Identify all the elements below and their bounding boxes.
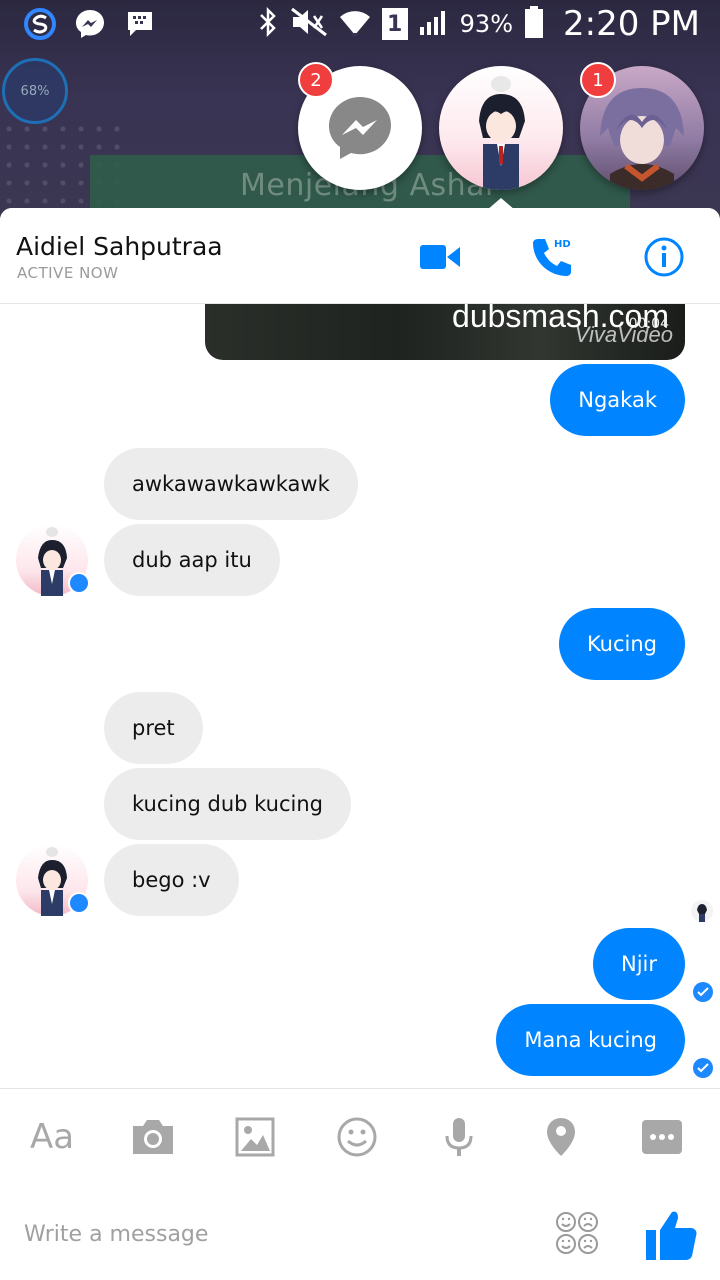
- message-input[interactable]: [24, 1214, 504, 1254]
- camera-icon: [133, 1120, 173, 1154]
- info-button[interactable]: [640, 234, 688, 280]
- more-options-button[interactable]: [634, 1109, 690, 1165]
- sender-avatar[interactable]: [16, 844, 90, 916]
- camera-button[interactable]: [125, 1109, 181, 1165]
- text-format-button[interactable]: Aa: [24, 1109, 80, 1165]
- floating-widget[interactable]: 68%: [2, 58, 68, 124]
- floating-widget-percent: 68%: [20, 83, 50, 99]
- video-brand: VivaVideo: [574, 322, 673, 347]
- phone-icon: HD: [533, 239, 571, 276]
- gallery-icon: [235, 1117, 275, 1157]
- like-button[interactable]: [642, 1206, 700, 1264]
- chathead-aidiel[interactable]: [439, 66, 563, 190]
- composer-toolbar: Aa: [0, 1088, 720, 1184]
- message-bubble-outgoing[interactable]: Ngakak: [550, 364, 685, 436]
- sender-avatar[interactable]: [16, 524, 90, 596]
- sim-indicator: 1: [381, 8, 408, 40]
- video-camera-icon: [420, 245, 460, 269]
- contact-name[interactable]: Aidiel Sahputraa: [16, 232, 223, 261]
- clock: 2:20 PM: [563, 4, 700, 44]
- voice-message-button[interactable]: [431, 1109, 487, 1165]
- signal-icon: [418, 7, 450, 41]
- battery-icon: [523, 5, 545, 43]
- gallery-button[interactable]: [227, 1109, 283, 1165]
- wifi-icon: [338, 7, 372, 41]
- video-message[interactable]: dubsmash.com 00:04 VivaVideo: [205, 304, 685, 360]
- delivered-check-icon: [693, 1058, 713, 1078]
- message-thread[interactable]: dubsmash.com 00:04 VivaVideo Ngakak awka…: [0, 304, 720, 1088]
- chat-panel: Aidiel Sahputraa ACTIVE NOW HD dubsmash.: [0, 208, 720, 1280]
- message-composer: [0, 1184, 720, 1280]
- info-icon: [644, 237, 684, 277]
- anime-avatar-icon: [697, 904, 707, 922]
- status-bar: 1 93% 2:20 PM: [0, 0, 720, 50]
- message-bubble-outgoing[interactable]: Mana kucing: [496, 1004, 685, 1076]
- hd-label: HD: [554, 239, 571, 250]
- conversation-header: Aidiel Sahputraa ACTIVE NOW HD: [0, 208, 720, 304]
- mute-icon: [290, 7, 328, 41]
- active-chathead-pointer: [487, 198, 515, 210]
- message-bubble-outgoing[interactable]: Njir: [592, 928, 685, 1000]
- anime-avatar-icon: [479, 76, 525, 190]
- microphone-icon: [445, 1118, 473, 1156]
- messenger-notification-icon: [72, 6, 108, 42]
- voice-call-button[interactable]: HD: [528, 234, 576, 280]
- messenger-badge-icon: [68, 892, 90, 914]
- video-call-button[interactable]: [416, 234, 464, 280]
- message-bubble-incoming[interactable]: bego :v: [104, 844, 239, 916]
- emoji-icon: [337, 1117, 377, 1157]
- read-receipt-avatar: [691, 900, 713, 922]
- thumbs-up-icon: [646, 1211, 697, 1260]
- location-button[interactable]: [533, 1109, 589, 1165]
- message-bubble-incoming[interactable]: kucing dub kucing: [104, 768, 352, 840]
- more-icon: [642, 1120, 682, 1154]
- messenger-badge-icon: [68, 572, 90, 594]
- message-bubble-incoming[interactable]: pret: [104, 692, 203, 764]
- stickers-button[interactable]: [554, 1210, 602, 1258]
- contact-status: ACTIVE NOW: [17, 264, 119, 282]
- bbm-icon: [122, 6, 158, 42]
- bluetooth-icon: [256, 6, 280, 42]
- location-icon: [547, 1118, 575, 1156]
- battery-percent: 93%: [459, 10, 513, 38]
- stickers-icon: [556, 1212, 598, 1254]
- delivered-check-icon: [693, 982, 713, 1002]
- s-app-icon: [22, 6, 58, 42]
- messenger-icon: [329, 97, 391, 159]
- text-format-label: Aa: [29, 1117, 75, 1157]
- chathead-badge-other: 1: [580, 62, 616, 98]
- chathead-badge-messenger: 2: [298, 62, 334, 98]
- message-bubble-incoming[interactable]: awkawawkawkawk: [104, 448, 358, 520]
- message-bubble-incoming[interactable]: dub aap itu: [104, 524, 280, 596]
- emoji-button[interactable]: [329, 1109, 385, 1165]
- message-bubble-outgoing[interactable]: Kucing: [558, 608, 685, 680]
